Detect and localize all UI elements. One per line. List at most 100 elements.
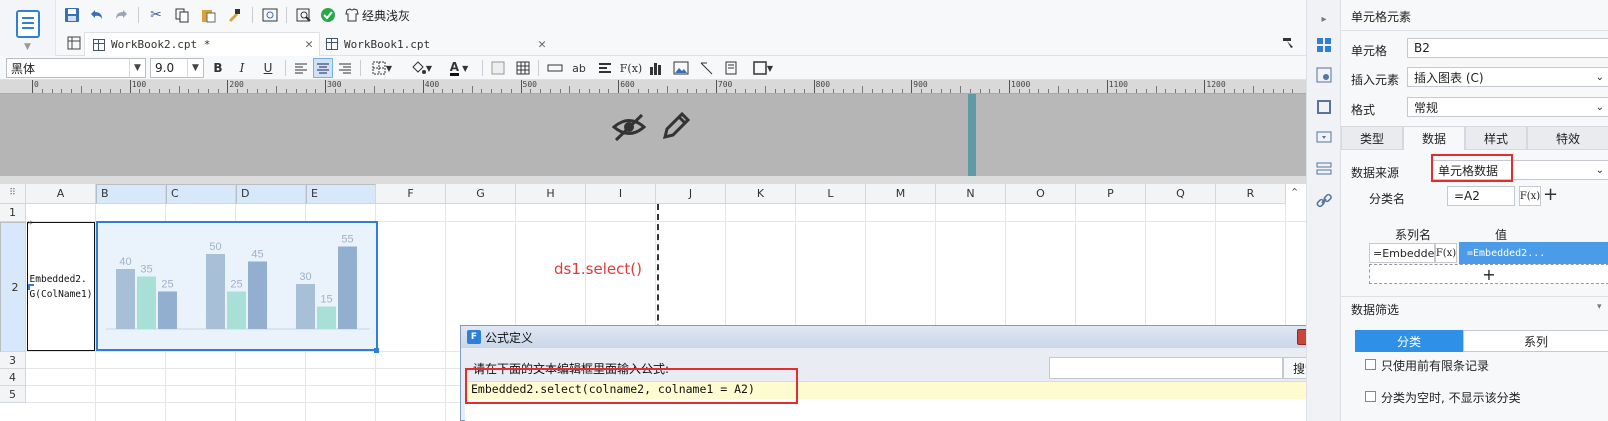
hyperlink-icon[interactable] (1315, 192, 1333, 210)
tab-type[interactable]: 类型 (1341, 126, 1403, 150)
chevron-down-icon[interactable]: ⌄ (1596, 72, 1604, 83)
check-icon[interactable] (318, 5, 338, 25)
cell-attribute-icon[interactable] (1315, 66, 1333, 84)
row-header-2[interactable]: 2 (0, 222, 26, 352)
page-boundary-bar[interactable] (968, 94, 976, 176)
grid-view-icon[interactable] (64, 33, 84, 53)
theme-button[interactable]: 经典浅灰 (344, 5, 424, 25)
border-select[interactable]: ▼ (366, 58, 398, 78)
save-icon[interactable] (62, 5, 82, 25)
row-header-5[interactable]: 5 (0, 386, 26, 403)
preview-icon[interactable] (260, 5, 280, 25)
row-header-1[interactable]: 1 (0, 204, 26, 222)
column-header-b[interactable]: B (96, 184, 166, 204)
category-input[interactable]: =A2 (1447, 186, 1515, 206)
format-select[interactable]: 常规 ⌄ (1407, 97, 1608, 117)
slash-icon[interactable] (696, 58, 716, 78)
column-header-f[interactable]: F (376, 184, 446, 204)
dialog-titlebar[interactable]: F 公式定义 ✕ (461, 326, 1335, 348)
column-header-k[interactable]: K (726, 184, 796, 204)
paragraph-icon[interactable] (595, 58, 615, 78)
formula-button[interactable]: F(x) (619, 58, 643, 78)
fill-color-select[interactable]: ▼ (404, 58, 438, 78)
column-header-j[interactable]: J (656, 184, 726, 204)
frame-attribute-icon[interactable] (1315, 98, 1333, 116)
align-center-icon[interactable] (313, 58, 333, 78)
table-icon[interactable] (513, 58, 533, 78)
app-logo-icon[interactable] (16, 10, 40, 38)
font-color-select[interactable]: A ▼ (442, 58, 476, 78)
function-search-input[interactable] (1049, 357, 1283, 379)
category-formula-button[interactable]: F(x) (1519, 186, 1541, 206)
filter-tab-category[interactable]: 分类 (1355, 330, 1463, 352)
collapse-arrow-icon[interactable]: ▸ (1315, 10, 1333, 28)
select-all-corner[interactable]: ⠿ (0, 184, 26, 204)
row-header-4[interactable]: 4 (0, 369, 26, 386)
chevron-down-icon[interactable]: ⌄ (1596, 165, 1604, 176)
column-header-p[interactable]: P (1076, 184, 1146, 204)
tab-workbook2[interactable]: WorkBook2.cpt * ✕ (84, 32, 320, 56)
column-header-c[interactable]: C (166, 184, 236, 204)
text-button[interactable]: ab (569, 58, 589, 78)
bar-chart-icon[interactable] (646, 58, 666, 78)
tab-effect[interactable]: 特效 (1527, 126, 1608, 150)
cell-name-input[interactable]: B2 (1407, 38, 1608, 58)
chevron-down-icon[interactable]: ▾ (1597, 302, 1602, 312)
add-series-button[interactable]: + (1369, 264, 1608, 284)
pin-icon[interactable] (1278, 33, 1298, 53)
column-header-l[interactable]: L (796, 184, 866, 204)
close-icon[interactable]: ✕ (305, 37, 313, 52)
close-icon[interactable]: ✕ (538, 37, 546, 52)
merge-cell-icon[interactable] (545, 58, 565, 78)
redo-icon[interactable] (112, 5, 132, 25)
series-value-input[interactable]: =Embedded2... (1459, 242, 1608, 264)
sub-report-icon[interactable] (721, 58, 741, 78)
scroll-up-icon[interactable]: ⌃ (1290, 186, 1299, 199)
chevron-down-icon[interactable]: ▼ (24, 42, 31, 52)
copy-icon[interactable] (172, 5, 192, 25)
column-header-o[interactable]: O (1006, 184, 1076, 204)
parameter-pane[interactable] (0, 94, 1306, 176)
chevron-down-icon[interactable]: ▼ (129, 59, 145, 77)
tab-data[interactable]: 数据 (1403, 126, 1465, 150)
row-header-3[interactable]: 3 (0, 352, 26, 369)
font-size-select[interactable]: 9.0 ▼ (150, 58, 204, 78)
app-logo-area[interactable]: ▼ (0, 0, 56, 56)
tab-style[interactable]: 样式 (1465, 126, 1527, 150)
undo-icon[interactable] (86, 5, 106, 25)
frame-select[interactable]: ▼ (748, 58, 778, 78)
cell-a2[interactable]: Embedded2. G(ColName1) (27, 222, 95, 351)
series-formula-button[interactable]: F(x) (1435, 243, 1457, 263)
column-header-a[interactable]: A (26, 184, 96, 204)
column-header-i[interactable]: I (586, 184, 656, 204)
add-category-button[interactable]: + (1543, 184, 1558, 205)
condition-icon[interactable] (1315, 160, 1333, 178)
cell-background-icon[interactable] (488, 58, 508, 78)
chevron-down-icon[interactable]: ▼ (187, 59, 203, 77)
cut-icon[interactable]: ✂ (146, 5, 166, 25)
limit-records-checkbox[interactable] (1365, 359, 1376, 370)
format-painter-icon[interactable] (224, 5, 244, 25)
chart-cell-b2[interactable]: 40 35 25 50 25 45 30 15 55 (96, 221, 378, 351)
italic-button[interactable]: I (232, 58, 252, 78)
align-right-icon[interactable] (335, 58, 355, 78)
pane-divider[interactable] (0, 176, 1306, 184)
paste-icon[interactable] (198, 5, 218, 25)
embedded-bar-chart[interactable]: 40 35 25 50 25 45 30 15 55 (98, 223, 376, 349)
column-header-h[interactable]: H (516, 184, 586, 204)
image-icon[interactable] (671, 58, 691, 78)
column-header-m[interactable]: M (866, 184, 936, 204)
column-header-n[interactable]: N (936, 184, 1006, 204)
bold-button[interactable]: B (208, 58, 228, 78)
filter-tab-series[interactable]: 系列 (1463, 330, 1608, 352)
series-name-input[interactable]: =Embedde (1369, 243, 1435, 263)
insert-element-select[interactable]: 插入图表 (C) ⌄ (1407, 67, 1608, 87)
column-header-g[interactable]: G (446, 184, 516, 204)
eye-slash-icon[interactable] (611, 112, 647, 145)
align-left-icon[interactable] (291, 58, 311, 78)
search-icon[interactable] (294, 5, 314, 25)
edit-pencil-icon[interactable] (660, 110, 692, 145)
column-header-q[interactable]: Q (1146, 184, 1216, 204)
fill-handle[interactable] (374, 348, 379, 353)
chevron-down-icon[interactable]: ⌄ (1596, 102, 1604, 113)
